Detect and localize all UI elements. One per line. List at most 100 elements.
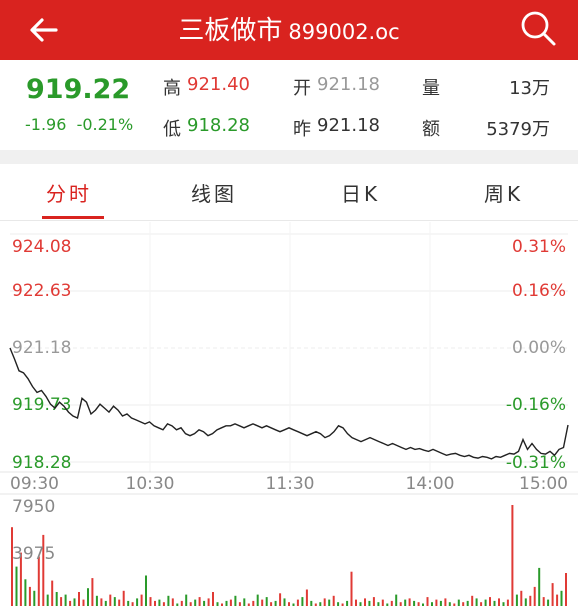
volume-bar xyxy=(198,597,201,606)
volume-bar xyxy=(551,583,554,606)
change-percent: -0.21% xyxy=(76,115,134,134)
volume-bar xyxy=(212,592,214,606)
volume-bar xyxy=(346,600,349,606)
last-price: 919.22 xyxy=(26,74,131,105)
app-header: 三板做市 899002.oc xyxy=(0,0,578,60)
chart-tabs: 分时 线图 日K 周K xyxy=(0,164,578,221)
price-line-group xyxy=(9,347,569,460)
volume-bar xyxy=(185,594,188,606)
volume-bar xyxy=(203,600,206,606)
volume-bar xyxy=(51,580,54,606)
volume-bar xyxy=(234,595,237,606)
volume-bar xyxy=(413,600,416,606)
volume-bar xyxy=(399,602,402,606)
volume-bar xyxy=(149,597,152,606)
volume-bar xyxy=(11,527,13,606)
volume-bar xyxy=(381,599,384,606)
x-tick: 09:30 xyxy=(10,474,59,494)
amount-label: 额 xyxy=(422,119,440,140)
x-tick: 11:30 xyxy=(266,474,315,494)
volume-bar xyxy=(221,603,223,606)
volume-axis: 7950 3975 xyxy=(12,497,55,564)
section-divider xyxy=(0,150,578,164)
volume-label: 量 xyxy=(422,78,440,99)
volume-bar xyxy=(216,602,219,606)
volume-bar xyxy=(511,505,514,606)
volume-bar xyxy=(337,602,340,606)
volume-bar xyxy=(247,603,250,606)
volume-bar xyxy=(301,597,304,606)
y-left-tick: 921.18 xyxy=(12,338,71,358)
volume-bar xyxy=(323,598,326,606)
volume-bar xyxy=(60,597,63,606)
y-right-tick: -0.31% xyxy=(506,453,566,473)
volume-bar xyxy=(565,573,567,606)
volume-bar xyxy=(238,602,241,606)
high-label: 高 xyxy=(163,78,181,99)
volume-bar xyxy=(24,579,27,606)
time-axis: 09:30 10:30 11:30 14:00 15:00 xyxy=(10,474,568,494)
volume-bar xyxy=(520,590,523,606)
volume-bar xyxy=(515,594,518,606)
volume-bar xyxy=(386,603,389,606)
tab-daily-k[interactable]: 日K xyxy=(341,178,380,207)
volume-bar xyxy=(431,602,433,606)
volume-bar xyxy=(493,600,496,606)
volume-bar xyxy=(243,598,246,606)
y-right-tick: 0.00% xyxy=(512,338,566,358)
volume-bar xyxy=(261,599,264,606)
volume-bar xyxy=(131,602,134,606)
page-title: 三板做市 899002.oc xyxy=(0,10,578,47)
y-right-tick: -0.16% xyxy=(506,395,566,415)
volume-bar xyxy=(426,597,429,606)
volume-bar xyxy=(15,566,18,606)
volume-bar xyxy=(484,599,487,606)
volume-value: 13万 xyxy=(509,78,550,99)
volume-bar xyxy=(189,602,192,606)
volume-bar xyxy=(158,599,161,606)
high-value: 921.40 xyxy=(187,74,250,95)
volume-bar xyxy=(176,603,179,606)
x-tick: 15:00 xyxy=(519,474,568,494)
volume-bar xyxy=(73,598,76,606)
intraday-chart: 924.08 922.63 921.18 919.73 918.28 0.31%… xyxy=(0,222,578,606)
volume-bar xyxy=(265,597,268,606)
volume-bar xyxy=(453,603,456,606)
volume-bar xyxy=(533,586,536,606)
volume-bars xyxy=(11,505,567,606)
volume-bar xyxy=(350,571,353,606)
open-label: 开 xyxy=(293,78,311,99)
volume-bar xyxy=(444,598,447,606)
quote-panel: 919.22 -1.96 -0.21% 高 921.40 低 918.28 开 … xyxy=(0,60,578,150)
volume-bar xyxy=(154,600,156,606)
tab-intraday[interactable]: 分时 xyxy=(46,178,92,207)
volume-bar xyxy=(408,598,411,606)
volume-bar xyxy=(274,600,277,606)
volume-bar xyxy=(127,600,130,606)
search-icon[interactable] xyxy=(518,8,558,48)
volume-bar xyxy=(95,595,98,606)
volume-bar xyxy=(538,567,541,606)
volume-bar xyxy=(529,595,532,606)
volume-bar xyxy=(122,590,125,606)
index-name: 三板做市 xyxy=(178,16,283,46)
volume-bar xyxy=(305,589,308,606)
volume-bar xyxy=(332,595,335,606)
x-tick: 10:30 xyxy=(126,474,175,494)
volume-bar xyxy=(283,598,286,606)
volume-bar xyxy=(145,575,147,606)
volume-bar xyxy=(560,590,563,606)
volume-bar xyxy=(457,599,460,606)
volume-bar xyxy=(194,599,197,606)
volume-bar xyxy=(171,598,174,606)
chart-grid xyxy=(0,222,578,495)
volume-bar xyxy=(489,597,491,606)
tab-weekly-k[interactable]: 周K xyxy=(484,178,523,207)
volume-bar xyxy=(355,599,357,606)
volume-bar xyxy=(435,599,438,606)
tab-line-chart[interactable]: 线图 xyxy=(191,178,237,207)
volume-bar xyxy=(167,595,170,606)
volume-bar xyxy=(279,593,282,606)
amount-value: 5379万 xyxy=(486,119,550,140)
volume-bar xyxy=(82,599,85,606)
